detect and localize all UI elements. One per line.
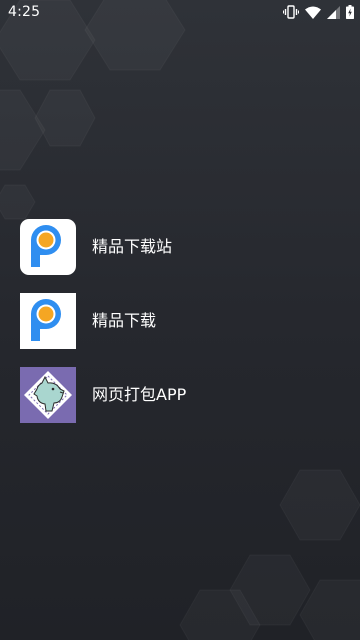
app-label: 网页打包APP (92, 385, 187, 404)
app-item-jingpin-xiazai[interactable]: 精品下载 (0, 284, 360, 358)
app-item-jingpin-xiazaizhan[interactable]: 精品下载站 (0, 210, 360, 284)
app-label: 精品下载 (92, 311, 157, 330)
app-item-wangye-dabao-app[interactable]: 网页打包APP (0, 358, 360, 432)
vibrate-icon (283, 5, 299, 19)
dog-puzzle-icon (20, 367, 76, 423)
status-time: 4:25 (8, 4, 41, 20)
p-logo-icon (20, 219, 76, 275)
wifi-icon (305, 6, 321, 19)
p-logo-icon (20, 293, 76, 349)
app-label: 精品下载站 (92, 237, 173, 256)
app-list: 精品下载站 精品下载 网页打包APP (0, 210, 360, 432)
battery-charging-icon (346, 5, 354, 19)
status-icons (283, 3, 354, 21)
status-bar: 4:25 (0, 0, 360, 24)
signal-icon (327, 5, 340, 19)
